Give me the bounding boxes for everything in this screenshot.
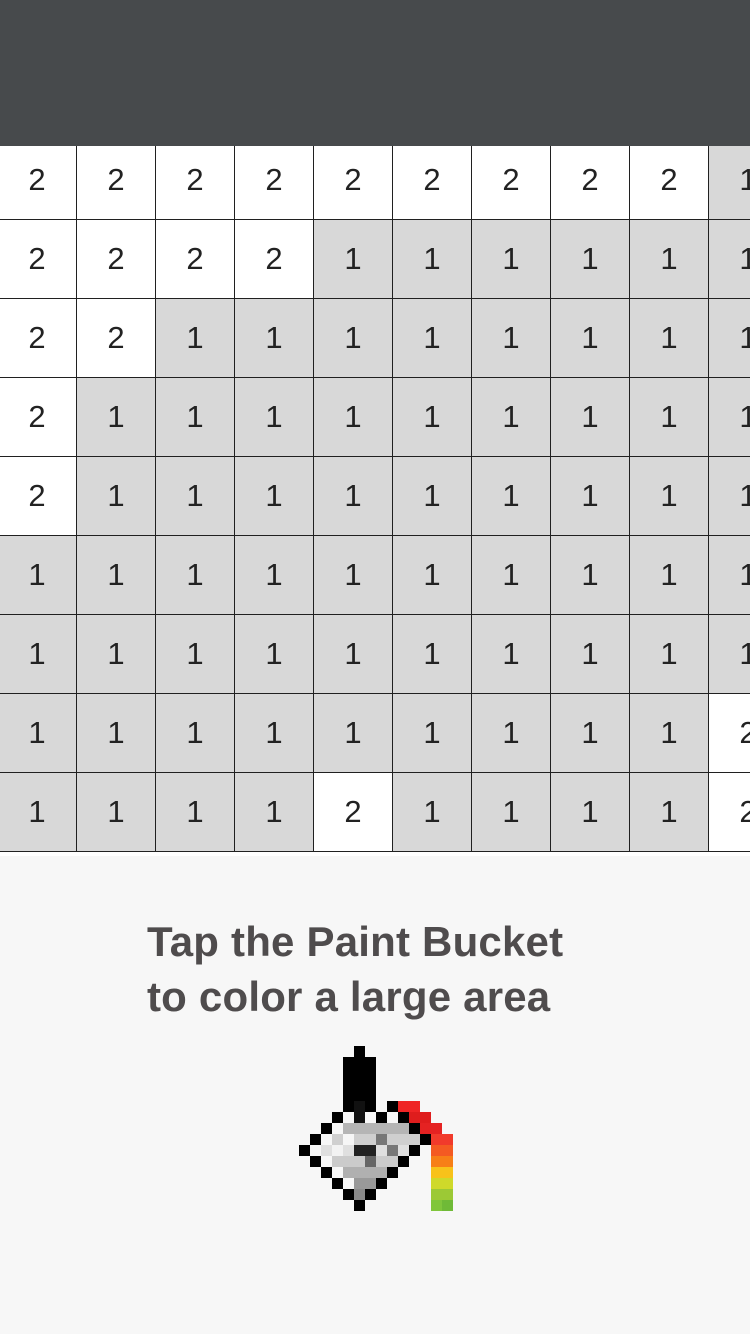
grid-cell[interactable]: 1 bbox=[551, 457, 630, 536]
grid-cell[interactable]: 1 bbox=[630, 378, 709, 457]
grid-cell[interactable]: 1 bbox=[551, 694, 630, 773]
grid-cell[interactable]: 1 bbox=[551, 773, 630, 852]
tutorial-line-2: to color a large area bbox=[147, 973, 551, 1020]
grid-cell[interactable]: 1 bbox=[0, 615, 77, 694]
grid-cell[interactable]: 2 bbox=[156, 146, 235, 220]
top-bar bbox=[0, 0, 750, 146]
grid-cell[interactable]: 1 bbox=[77, 378, 156, 457]
grid-cell[interactable]: 1 bbox=[235, 378, 314, 457]
grid-cell[interactable]: 1 bbox=[472, 378, 551, 457]
grid-cell[interactable]: 1 bbox=[630, 220, 709, 299]
grid-cell[interactable]: 1 bbox=[393, 457, 472, 536]
grid-cell[interactable]: 2 bbox=[235, 220, 314, 299]
pixel-grid-area[interactable]: 2222222221222211111122111111112111111111… bbox=[0, 146, 750, 856]
grid-cell[interactable]: 1 bbox=[156, 615, 235, 694]
grid-cell[interactable]: 1 bbox=[709, 615, 750, 694]
grid-cell[interactable]: 1 bbox=[235, 615, 314, 694]
grid-cell[interactable]: 2 bbox=[0, 378, 77, 457]
grid-cell[interactable]: 1 bbox=[156, 536, 235, 615]
grid-cell[interactable]: 1 bbox=[472, 694, 551, 773]
grid-cell[interactable]: 1 bbox=[314, 457, 393, 536]
grid-cell[interactable]: 2 bbox=[0, 146, 77, 220]
grid-cell[interactable]: 2 bbox=[77, 220, 156, 299]
grid-cell[interactable]: 1 bbox=[77, 694, 156, 773]
grid-cell[interactable]: 1 bbox=[393, 536, 472, 615]
grid-cell[interactable]: 1 bbox=[472, 457, 551, 536]
grid-cell[interactable]: 1 bbox=[709, 536, 750, 615]
grid-cell[interactable]: 1 bbox=[393, 220, 472, 299]
grid-cell[interactable]: 1 bbox=[472, 615, 551, 694]
grid-cell[interactable]: 1 bbox=[630, 299, 709, 378]
grid-cell[interactable]: 1 bbox=[630, 457, 709, 536]
grid-cell[interactable]: 1 bbox=[472, 773, 551, 852]
grid-cell[interactable]: 1 bbox=[314, 378, 393, 457]
grid-cell[interactable]: 1 bbox=[314, 615, 393, 694]
grid-cell[interactable]: 1 bbox=[393, 773, 472, 852]
grid-cell[interactable]: 1 bbox=[77, 615, 156, 694]
grid-cell[interactable]: 1 bbox=[156, 378, 235, 457]
grid-cell[interactable]: 1 bbox=[551, 536, 630, 615]
grid-cell[interactable]: 1 bbox=[0, 773, 77, 852]
grid-cell[interactable]: 1 bbox=[393, 694, 472, 773]
grid-cell[interactable]: 1 bbox=[709, 146, 750, 220]
grid-cell[interactable]: 2 bbox=[393, 146, 472, 220]
grid-cell[interactable]: 1 bbox=[709, 457, 750, 536]
grid-cell[interactable]: 2 bbox=[709, 694, 750, 773]
grid-cell[interactable]: 1 bbox=[472, 536, 551, 615]
grid-cell[interactable]: 1 bbox=[630, 536, 709, 615]
grid-cell[interactable]: 2 bbox=[156, 220, 235, 299]
grid-cell[interactable]: 1 bbox=[235, 457, 314, 536]
grid-cell[interactable]: 1 bbox=[393, 299, 472, 378]
grid-cell[interactable]: 1 bbox=[551, 615, 630, 694]
grid-cell[interactable]: 1 bbox=[551, 220, 630, 299]
grid-cell[interactable]: 2 bbox=[0, 457, 77, 536]
grid-cell[interactable]: 1 bbox=[314, 220, 393, 299]
grid-cell[interactable]: 2 bbox=[235, 146, 314, 220]
paint-bucket-icon bbox=[296, 1046, 472, 1222]
grid-cell[interactable]: 1 bbox=[235, 773, 314, 852]
grid-cell[interactable]: 2 bbox=[551, 146, 630, 220]
grid-cell[interactable]: 1 bbox=[156, 457, 235, 536]
grid-cell[interactable]: 1 bbox=[709, 299, 750, 378]
grid-cell[interactable]: 2 bbox=[314, 773, 393, 852]
grid-cell[interactable]: 1 bbox=[472, 220, 551, 299]
grid-cell[interactable]: 2 bbox=[472, 146, 551, 220]
grid-cell[interactable]: 2 bbox=[630, 146, 709, 220]
grid-cell[interactable]: 1 bbox=[235, 536, 314, 615]
grid-cell[interactable]: 1 bbox=[630, 773, 709, 852]
grid-cell[interactable]: 1 bbox=[551, 378, 630, 457]
grid-cell[interactable]: 1 bbox=[551, 299, 630, 378]
grid-cell[interactable]: 1 bbox=[0, 694, 77, 773]
grid-cell[interactable]: 1 bbox=[709, 220, 750, 299]
grid-cell[interactable]: 2 bbox=[0, 299, 77, 378]
grid-cell[interactable]: 2 bbox=[77, 146, 156, 220]
grid-cell[interactable]: 1 bbox=[314, 536, 393, 615]
grid-cell[interactable]: 2 bbox=[709, 773, 750, 852]
grid-cell[interactable]: 1 bbox=[709, 378, 750, 457]
tutorial-line-1: Tap the Paint Bucket bbox=[147, 918, 564, 965]
grid-cell[interactable]: 1 bbox=[314, 299, 393, 378]
coloring-tutorial-screen: 2222222221222211111122111111112111111111… bbox=[0, 0, 750, 1334]
grid-cell[interactable]: 2 bbox=[314, 146, 393, 220]
grid-cell[interactable]: 1 bbox=[77, 773, 156, 852]
grid-cell[interactable]: 2 bbox=[77, 299, 156, 378]
grid-cell[interactable]: 1 bbox=[235, 694, 314, 773]
grid-cell[interactable]: 1 bbox=[630, 694, 709, 773]
grid-cell[interactable]: 1 bbox=[472, 299, 551, 378]
grid-cell[interactable]: 2 bbox=[0, 220, 77, 299]
grid-cell[interactable]: 1 bbox=[235, 299, 314, 378]
grid-cell[interactable]: 1 bbox=[393, 378, 472, 457]
grid-cell[interactable]: 1 bbox=[314, 694, 393, 773]
grid-cell[interactable]: 1 bbox=[630, 615, 709, 694]
grid-cell[interactable]: 1 bbox=[156, 694, 235, 773]
grid-cell[interactable]: 1 bbox=[156, 299, 235, 378]
grid-cell[interactable]: 1 bbox=[156, 773, 235, 852]
grid-cell[interactable]: 1 bbox=[77, 536, 156, 615]
grid-cell[interactable]: 1 bbox=[77, 457, 156, 536]
grid-cell[interactable]: 1 bbox=[0, 536, 77, 615]
tutorial-text: Tap the Paint Bucket to color a large ar… bbox=[147, 914, 667, 1024]
grid-cell[interactable]: 1 bbox=[393, 615, 472, 694]
